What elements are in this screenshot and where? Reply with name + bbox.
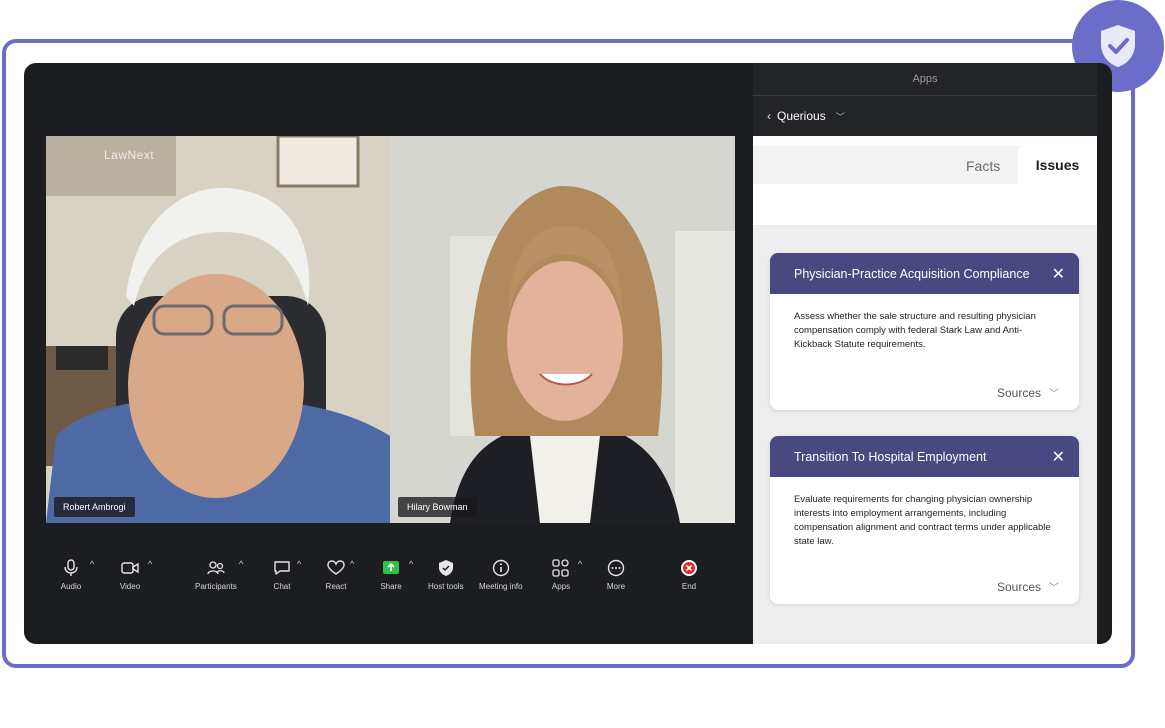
react-options-chevron-icon[interactable]: ^ (350, 559, 354, 569)
apps-button[interactable]: Apps (550, 557, 572, 591)
participants-options-chevron-icon[interactable]: ^ (239, 559, 243, 569)
chat-bubble-icon (271, 557, 293, 579)
apps-side-panel: Apps ‹ Querious ﹀ Facts Issues Physician… (753, 63, 1097, 644)
meeting-info-label: Meeting info (479, 582, 523, 591)
issue-description: Assess whether the sale structure and re… (794, 311, 1036, 350)
participants-label: Participants (195, 582, 237, 591)
participant-video (390, 136, 735, 523)
more-label: More (606, 582, 626, 591)
sources-label: Sources (996, 580, 1041, 594)
apps-options-chevron-icon[interactable]: ^ (578, 559, 582, 569)
apps-label: Apps (551, 582, 571, 591)
meeting-window: LawNext Robert Ambrogi Hilary Bowman Aud… (24, 63, 1112, 644)
apps-grid-icon (550, 557, 572, 579)
microphone-icon (60, 557, 82, 579)
video-tile-robert: LawNext Robert Ambrogi (46, 136, 390, 523)
app-name: Querious (777, 109, 826, 123)
close-icon[interactable]: ✕ (1052, 447, 1065, 467)
sources-toggle[interactable]: Sources ﹀ (997, 385, 1059, 400)
host-tools-label: Host tools (428, 582, 464, 591)
issue-title: Physician-Practice Acquisition Complianc… (794, 266, 1030, 281)
more-button[interactable]: More (605, 557, 627, 591)
issue-card: Transition To Hospital Employment ✕ Eval… (770, 436, 1079, 604)
tab-facts[interactable]: Facts (966, 158, 1000, 174)
info-icon (490, 557, 512, 579)
issue-card-header: Transition To Hospital Employment ✕ (770, 436, 1079, 477)
meeting-toolbar: Audio ^ Video ^ Participants ^ Chat ^ Re… (24, 557, 753, 597)
chat-button[interactable]: Chat (271, 557, 293, 591)
sources-label: Sources (996, 386, 1041, 400)
video-button[interactable]: Video (119, 557, 141, 591)
end-call-icon (678, 557, 700, 579)
react-label: React (325, 582, 347, 591)
close-icon[interactable]: ✕ (1052, 264, 1065, 284)
video-options-chevron-icon[interactable]: ^ (148, 559, 152, 569)
participants-icon (205, 557, 227, 579)
audio-button[interactable]: Audio (60, 557, 82, 591)
participant-name-tag: Hilary Bowman (398, 497, 477, 517)
end-label: End (681, 582, 697, 591)
meeting-info-button[interactable]: Meeting info (479, 557, 523, 591)
more-dots-icon (605, 557, 627, 579)
issue-title: Transition To Hospital Employment (794, 449, 987, 464)
chevron-down-icon: ﹀ (1049, 389, 1059, 400)
video-label: Video (119, 582, 141, 591)
tabs-area: Facts Issues (753, 136, 1097, 225)
chevron-down-icon: ﹀ (1049, 583, 1059, 594)
issue-card: Physician-Practice Acquisition Complianc… (770, 253, 1079, 410)
participant-video (46, 136, 390, 523)
shield-icon (435, 557, 457, 579)
host-tools-button[interactable]: Host tools (428, 557, 464, 591)
tab-issues[interactable]: Issues (1018, 146, 1097, 184)
share-label: Share (380, 582, 402, 591)
chat-options-chevron-icon[interactable]: ^ (297, 559, 301, 569)
share-options-chevron-icon[interactable]: ^ (409, 559, 413, 569)
chat-label: Chat (273, 582, 291, 591)
react-button[interactable]: React (325, 557, 347, 591)
issue-card-header: Physician-Practice Acquisition Complianc… (770, 253, 1079, 294)
participants-button[interactable]: Participants (195, 557, 237, 591)
share-button[interactable]: Share (380, 557, 402, 591)
participant-name-tag: Robert Ambrogi (54, 497, 135, 517)
video-camera-icon (119, 557, 141, 579)
audio-label: Audio (60, 582, 82, 591)
heart-icon (325, 557, 347, 579)
panel-title: Apps (753, 63, 1097, 96)
chevron-down-icon[interactable]: ﹀ (836, 110, 845, 123)
chevron-left-icon[interactable]: ‹ (767, 109, 771, 123)
sources-toggle[interactable]: Sources ﹀ (997, 579, 1059, 594)
app-selector[interactable]: ‹ Querious ﹀ (753, 96, 1097, 136)
audio-options-chevron-icon[interactable]: ^ (90, 559, 94, 569)
lawnext-watermark: LawNext (104, 148, 155, 162)
end-button[interactable]: End (678, 557, 700, 591)
video-tile-hilary: Hilary Bowman (390, 136, 735, 523)
share-screen-icon (380, 557, 402, 579)
issue-description: Evaluate requirements for changing physi… (794, 494, 1051, 547)
